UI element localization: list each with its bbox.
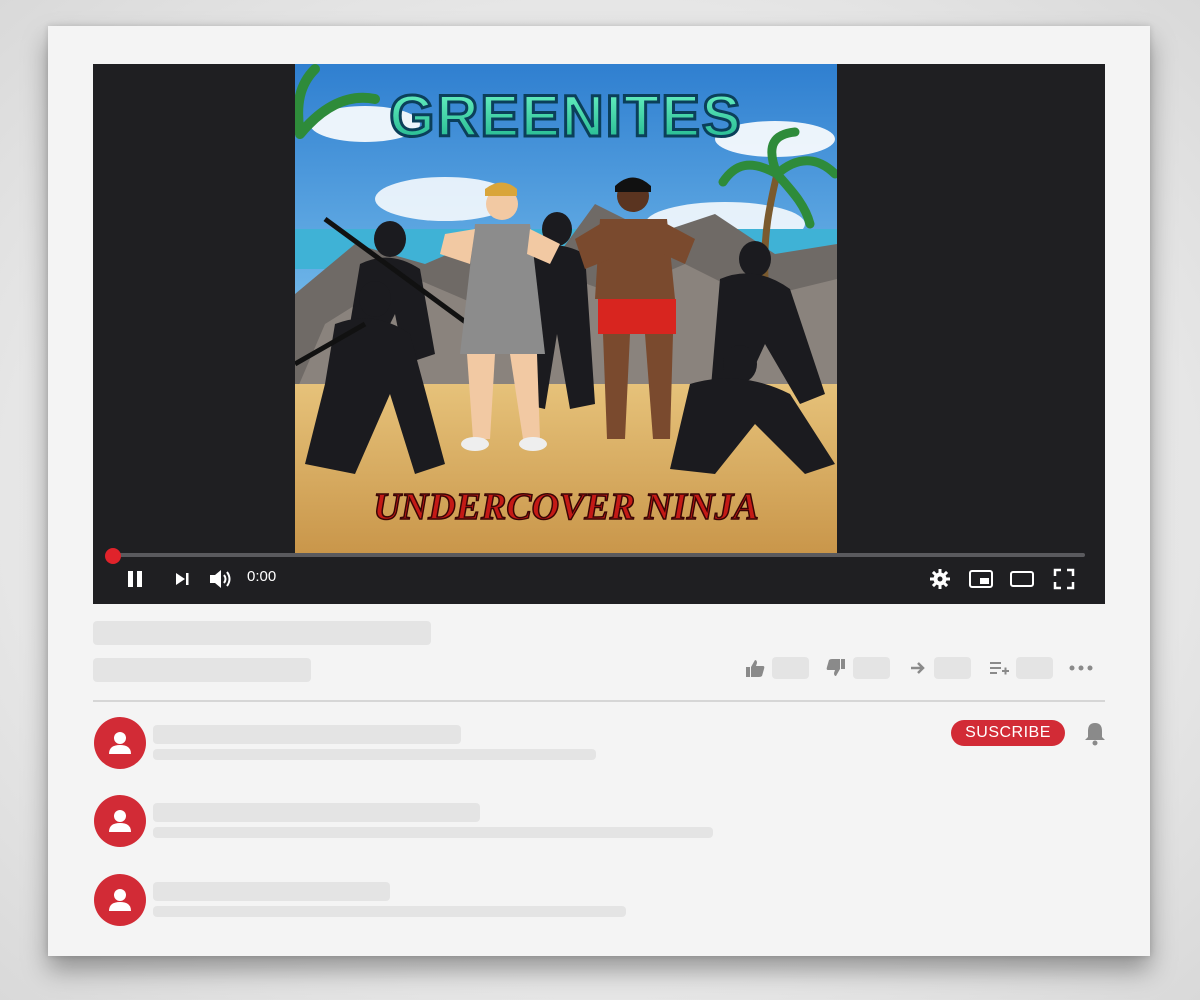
video-player[interactable]: GREENITES UNDERCOVER NINJA 0:00 (93, 64, 1105, 604)
miniplayer-icon (969, 570, 993, 588)
theater-button[interactable] (1008, 564, 1036, 594)
dislike-count-placeholder (853, 657, 890, 679)
player-controls: 0:00 (93, 564, 1105, 604)
fullscreen-icon (1053, 568, 1075, 590)
video-page-card: GREENITES UNDERCOVER NINJA 0:00 SUSCRIBE (48, 26, 1150, 956)
share-label-placeholder (934, 657, 971, 679)
channel-name-placeholder (153, 725, 461, 744)
bell-icon (1085, 723, 1105, 746)
more-button[interactable] (1068, 656, 1094, 680)
like-count-placeholder (772, 657, 809, 679)
user-icon (109, 810, 131, 832)
thumbnail-title: GREENITES (389, 84, 742, 149)
thumbnail-illustration: GREENITES UNDERCOVER NINJA (295, 64, 837, 554)
comment-avatar[interactable] (94, 874, 146, 926)
volume-button[interactable] (207, 564, 235, 594)
comment-text-placeholder (153, 906, 626, 917)
theater-icon (1010, 571, 1034, 587)
pause-button[interactable] (121, 564, 149, 594)
channel-avatar[interactable] (94, 717, 146, 769)
fullscreen-button[interactable] (1050, 564, 1078, 594)
section-divider (93, 700, 1105, 702)
save-label-placeholder (1016, 657, 1053, 679)
progress-bar[interactable] (111, 553, 1085, 557)
miniplayer-button[interactable] (967, 564, 995, 594)
comment-text-placeholder (153, 827, 713, 838)
video-title-placeholder (93, 621, 431, 645)
settings-button[interactable] (927, 564, 953, 594)
user-icon (109, 889, 131, 911)
comment-avatar[interactable] (94, 795, 146, 847)
dislike-button[interactable] (825, 656, 890, 680)
user-icon (109, 732, 131, 754)
share-button[interactable] (908, 656, 971, 680)
comment-author-placeholder (153, 882, 390, 901)
playlist-add-icon (990, 662, 1009, 675)
comment-author-placeholder (153, 803, 480, 822)
thumbs-up-icon (746, 660, 765, 677)
like-button[interactable] (744, 656, 809, 680)
thumbnail-subtitle: UNDERCOVER NINJA (373, 486, 758, 528)
video-thumbnail[interactable]: GREENITES UNDERCOVER NINJA (295, 64, 837, 554)
pause-icon (128, 571, 142, 587)
time-display: 0:00 (247, 568, 277, 585)
share-arrow-icon (911, 662, 925, 674)
save-button[interactable] (988, 656, 1053, 680)
progress-scrubber[interactable] (105, 548, 121, 564)
next-button[interactable] (171, 564, 193, 594)
more-icon (1069, 665, 1093, 671)
thumbs-down-icon (826, 659, 845, 676)
notify-button[interactable] (1084, 720, 1106, 746)
subscribe-button[interactable]: SUSCRIBE (951, 720, 1065, 746)
gear-icon (930, 569, 950, 589)
next-icon (176, 573, 189, 585)
view-count-placeholder (93, 658, 311, 682)
volume-icon (210, 570, 231, 588)
channel-subs-placeholder (153, 749, 596, 760)
